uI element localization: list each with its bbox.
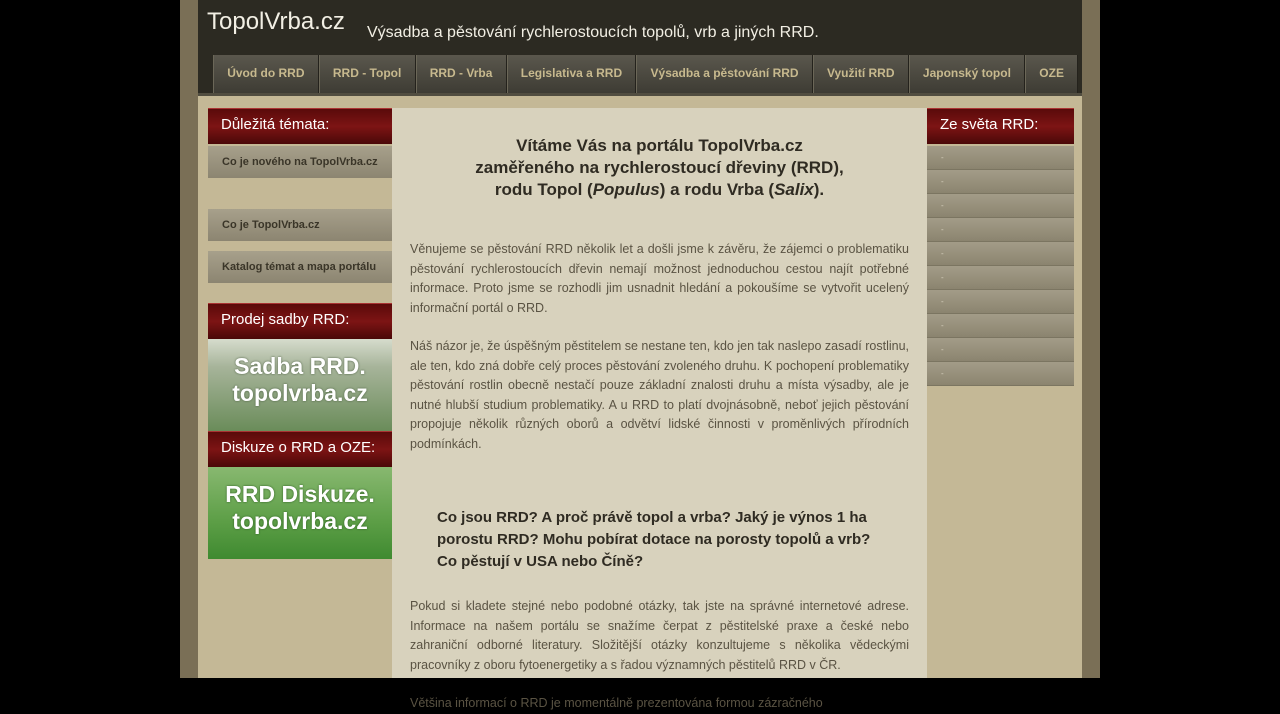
intro-paragraph-4: Většina informací o RRD je momentálně pr… — [410, 696, 823, 710]
sale-banner-line2: topolvrba.cz — [232, 380, 368, 406]
forum-banner-line2: topolvrba.cz — [232, 508, 368, 534]
welcome-text: ). — [813, 180, 825, 199]
right-sidebar: Ze světa RRD: - - - - - - - - - - — [927, 108, 1074, 386]
welcome-heading: Vítáme Vás na portálu TopolVrba.cz zaměř… — [392, 135, 927, 201]
nav-item-vrba[interactable]: RRD - Vrba — [415, 55, 507, 93]
world-item[interactable]: - — [927, 290, 1074, 314]
welcome-line-2: zaměřeného na rychlerostoucí dřeviny (RR… — [475, 158, 844, 177]
welcome-line-1: Vítáme Vás na portálu TopolVrba.cz — [516, 136, 803, 155]
topics-title: Důležitá témata: — [208, 108, 392, 144]
sale-banner[interactable]: Sadba RRD. topolvrba.cz — [208, 339, 392, 431]
intro-paragraph-2: Náš názor je, že úspěšným pěstitelem se … — [410, 339, 909, 451]
welcome-text: ) a rodu Vrba ( — [659, 180, 775, 199]
world-item[interactable]: - — [927, 242, 1074, 266]
topic-link-catalog[interactable]: Katalog témat a mapa portálu — [208, 251, 392, 283]
world-item[interactable]: - — [927, 338, 1074, 362]
nav-item-japonsky-topol[interactable]: Japonský topol — [908, 55, 1026, 93]
welcome-salix: Salix — [774, 180, 814, 199]
world-item[interactable]: - — [927, 314, 1074, 338]
nav-item-vysadba[interactable]: Výsadba a pěstování RRD — [636, 55, 813, 93]
world-item[interactable]: - — [927, 266, 1074, 290]
nav-item-legislativa[interactable]: Legislativa a RRD — [506, 55, 637, 93]
world-item[interactable]: - — [927, 146, 1074, 170]
main-nav: Úvod do RRD RRD - Topol RRD - Vrba Legis… — [213, 55, 1079, 93]
world-item[interactable]: - — [927, 362, 1074, 386]
world-item[interactable]: - — [927, 218, 1074, 242]
world-item[interactable]: - — [927, 194, 1074, 218]
site-logo[interactable]: TopolVrba.cz — [207, 8, 345, 36]
welcome-line-3: rodu Topol (Populus) a rodu Vrba (Salix)… — [392, 179, 927, 201]
topic-link-news[interactable]: Co je nového na TopolVrba.cz — [208, 146, 392, 178]
world-item[interactable]: - — [927, 170, 1074, 194]
site-tagline: Výsadba a pěstování rychlerostoucích top… — [367, 24, 819, 41]
header-divider — [198, 93, 1082, 96]
forum-banner-line1: RRD Diskuze. — [225, 481, 375, 507]
welcome-populus: Populus — [592, 180, 660, 199]
questions-subheading: Co jsou RRD? A proč právě topol a vrba? … — [437, 509, 871, 570]
intro-paragraph-3: Pokud si kladete stejné nebo podobné otá… — [410, 599, 909, 672]
page: TopolVrba.cz Výsadba a pěstování rychler… — [198, 0, 1082, 710]
sale-title: Prodej sadby RRD: — [208, 303, 392, 339]
main-content: Vítáme Vás na portálu TopolVrba.cz zaměř… — [392, 108, 927, 710]
nav-item-vyuziti[interactable]: Využití RRD — [812, 55, 909, 93]
nav-item-topol[interactable]: RRD - Topol — [318, 55, 416, 93]
forum-title: Diskuze o RRD a OZE: — [208, 431, 392, 467]
site-header: TopolVrba.cz Výsadba a pěstování rychler… — [198, 0, 1082, 96]
world-title: Ze světa RRD: — [927, 108, 1074, 144]
sale-banner-line1: Sadba RRD. — [234, 353, 366, 379]
intro-paragraph-1: Věnujeme se pěstování RRD několik let a … — [410, 242, 909, 315]
nav-item-uvod[interactable]: Úvod do RRD — [213, 55, 319, 93]
page-frame: TopolVrba.cz Výsadba a pěstování rychler… — [180, 0, 1100, 710]
topic-link-about[interactable]: Co je TopolVrba.cz — [208, 209, 392, 241]
left-sidebar: Důležitá témata: Co je nového na TopolVr… — [208, 108, 392, 559]
welcome-text: rodu Topol ( — [494, 180, 593, 199]
nav-item-oze[interactable]: OZE — [1025, 55, 1079, 93]
forum-banner[interactable]: RRD Diskuze. topolvrba.cz — [208, 467, 392, 559]
